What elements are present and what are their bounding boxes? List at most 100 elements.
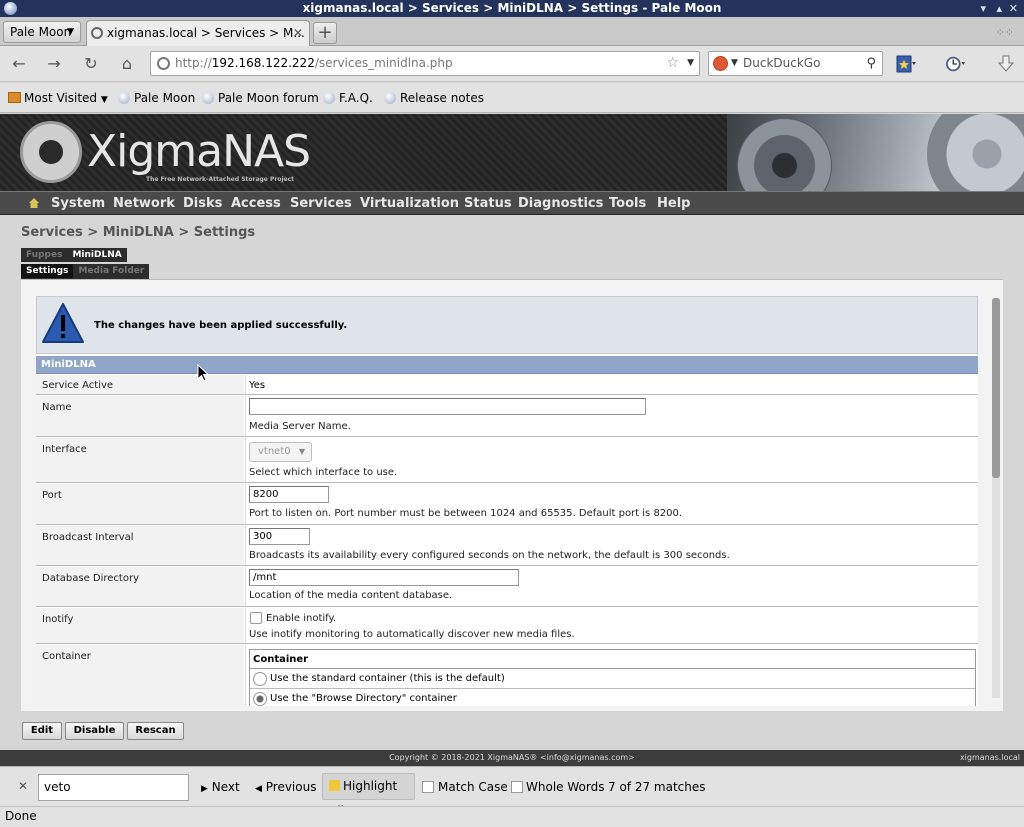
chevron-down-icon: ▼ — [100, 95, 108, 105]
field-description: Location of the media content database. — [249, 590, 453, 601]
radio-button-selected[interactable] — [253, 692, 267, 706]
match-case-label[interactable]: Match Case — [438, 780, 508, 794]
back-icon[interactable]: ← — [9, 54, 29, 73]
find-previous-label: Previous — [265, 780, 317, 794]
find-previous-button[interactable]: ◀ Previous — [255, 780, 316, 794]
bookmark-icon — [202, 92, 214, 104]
browser-tab[interactable]: xigmanas.local > Services > M... ✕ — [86, 20, 310, 46]
tab-fuppes[interactable]: Fuppes — [21, 248, 67, 262]
row-port: Port 8200 Port to listen on. Port number… — [36, 484, 978, 525]
menu-system[interactable]: System — [51, 196, 105, 211]
pale-moon-app-icon — [4, 2, 17, 15]
field-label: Interface — [42, 444, 87, 455]
menu-virtualization[interactable]: Virtualization — [360, 196, 459, 211]
row-database-directory: Database Directory /mnt Location of the … — [36, 567, 978, 607]
close-window-icon[interactable]: ✕ — [1009, 0, 1018, 17]
container-option-standard[interactable]: Use the standard container (this is the … — [250, 670, 975, 689]
field-description: Broadcasts its availability every config… — [249, 550, 730, 561]
menu-tools[interactable]: Tools — [609, 196, 646, 211]
tab-media-folder[interactable]: Media Folder — [73, 264, 149, 278]
field-description: Use inotify monitoring to automatically … — [249, 629, 575, 640]
disk-platter — [927, 114, 1024, 191]
close-icon[interactable]: ✕ — [18, 779, 28, 793]
site-identity-icon[interactable] — [157, 57, 170, 70]
url-scheme: http:// — [175, 56, 212, 70]
history-icon[interactable] — [946, 55, 966, 73]
field-label: Inotify — [42, 614, 74, 625]
url-bar[interactable]: http://192.168.122.222/services_minidlna… — [150, 51, 700, 76]
disk-platter — [737, 118, 832, 191]
menu-diagnostics[interactable]: Diagnostics — [518, 196, 603, 211]
bookmark-most-visited[interactable]: Most Visited ▼ — [8, 91, 108, 105]
downloads-icon[interactable] — [996, 55, 1016, 73]
app-menu-button[interactable]: Pale Moon ▼ — [3, 21, 81, 43]
home-icon[interactable] — [28, 197, 40, 209]
url-path: /services_minidlna.php — [314, 56, 453, 70]
menu-help[interactable]: Help — [657, 196, 690, 211]
search-bar[interactable]: ▼ DuckDuckGo ⚲ — [708, 51, 883, 76]
menu-access[interactable]: Access — [231, 196, 281, 211]
edit-button[interactable]: Edit — [22, 722, 62, 740]
url-dropdown-icon[interactable]: ▼ — [687, 52, 694, 75]
highlighter-icon — [329, 780, 340, 791]
row-name: Name Media Server Name. — [36, 396, 978, 437]
reload-icon[interactable]: ↻ — [81, 54, 101, 73]
minimize-icon[interactable]: ▾ — [980, 0, 986, 17]
home-icon[interactable]: ⌂ — [117, 54, 137, 73]
maximize-icon[interactable]: ▴ — [996, 0, 1002, 17]
container-option-browse[interactable]: Use the "Browse Directory" container — [250, 690, 975, 706]
scrollbar[interactable] — [992, 298, 1000, 698]
tab-settings[interactable]: Settings — [21, 264, 74, 278]
duckduckgo-icon[interactable] — [713, 56, 728, 71]
find-input[interactable]: veto — [38, 774, 189, 801]
radio-button[interactable] — [253, 672, 267, 686]
bookmark-pale-moon[interactable]: Pale Moon — [118, 91, 195, 105]
whole-words-label[interactable]: Whole Words — [526, 780, 604, 794]
bookmark-pale-moon-forum[interactable]: Pale Moon forum — [202, 91, 319, 105]
section-header: MiniDLNA — [36, 356, 978, 374]
bookmark-label: Pale Moon forum — [218, 91, 319, 105]
bookmark-release-notes[interactable]: Release notes — [384, 91, 484, 105]
database-directory-input[interactable]: /mnt — [249, 569, 519, 586]
tab-groups-icon[interactable]: ⁘⁘ — [996, 26, 1014, 39]
scrollbar-thumb[interactable] — [992, 298, 1000, 478]
row-interface: Interface vtnet0 ▼ Select which interfac… — [36, 438, 978, 483]
forward-icon[interactable]: → — [44, 54, 64, 73]
find-bar: ✕ veto ▶ Next ◀ Previous Highlight All M… — [0, 766, 1024, 818]
whole-words-checkbox[interactable] — [511, 781, 523, 793]
menu-services[interactable]: Services — [290, 196, 352, 211]
bookmarks-menu-icon[interactable] — [896, 55, 916, 73]
new-tab-button[interactable]: + — [313, 22, 337, 44]
settings-form: The changes have been applied successful… — [36, 296, 978, 706]
menu-disks[interactable]: Disks — [183, 196, 222, 211]
name-input[interactable] — [249, 398, 646, 415]
disable-button[interactable]: Disable — [65, 722, 124, 740]
find-result-count: 7 of 27 matches — [608, 780, 706, 794]
checkbox-label[interactable]: Enable inotify. — [266, 613, 336, 624]
bookmark-label: F.A.Q. — [339, 91, 373, 105]
status-bar: Done — [0, 806, 1024, 827]
search-icon[interactable]: ⚲ — [866, 52, 876, 75]
rescan-button[interactable]: Rescan — [127, 722, 184, 740]
port-input[interactable]: 8200 — [249, 486, 329, 503]
inotify-checkbox[interactable] — [250, 612, 262, 624]
chevron-down-icon: ▼ — [67, 27, 74, 37]
tab-minidlna[interactable]: MiniDLNA — [67, 248, 126, 262]
find-next-button[interactable]: ▶ Next — [201, 780, 240, 794]
match-case-checkbox[interactable] — [422, 781, 434, 793]
field-label: Service Active — [42, 380, 114, 391]
bookmark-star-icon[interactable]: ☆ — [666, 52, 679, 75]
broadcast-interval-input[interactable]: 300 — [249, 528, 310, 545]
service-tabs: Fuppes MiniDLNA — [21, 248, 127, 262]
menu-network[interactable]: Network — [113, 196, 175, 211]
select-value: vtnet0 — [258, 446, 291, 457]
logo-text: XigmaNAS — [87, 126, 311, 177]
window-title: xigmanas.local > Services > MiniDLNA > S… — [302, 1, 722, 15]
interface-select[interactable]: vtnet0 ▼ — [249, 442, 312, 462]
footer-copyright: Copyright © 2018-2021 XigmaNAS® <info@xi… — [389, 753, 635, 762]
bookmark-faq[interactable]: F.A.Q. — [323, 91, 373, 105]
menu-status[interactable]: Status — [464, 196, 512, 211]
url-host: 192.168.122.222 — [211, 56, 315, 70]
highlight-all-button[interactable]: Highlight All — [322, 773, 415, 818]
close-tab-icon[interactable]: ✕ — [293, 21, 303, 45]
